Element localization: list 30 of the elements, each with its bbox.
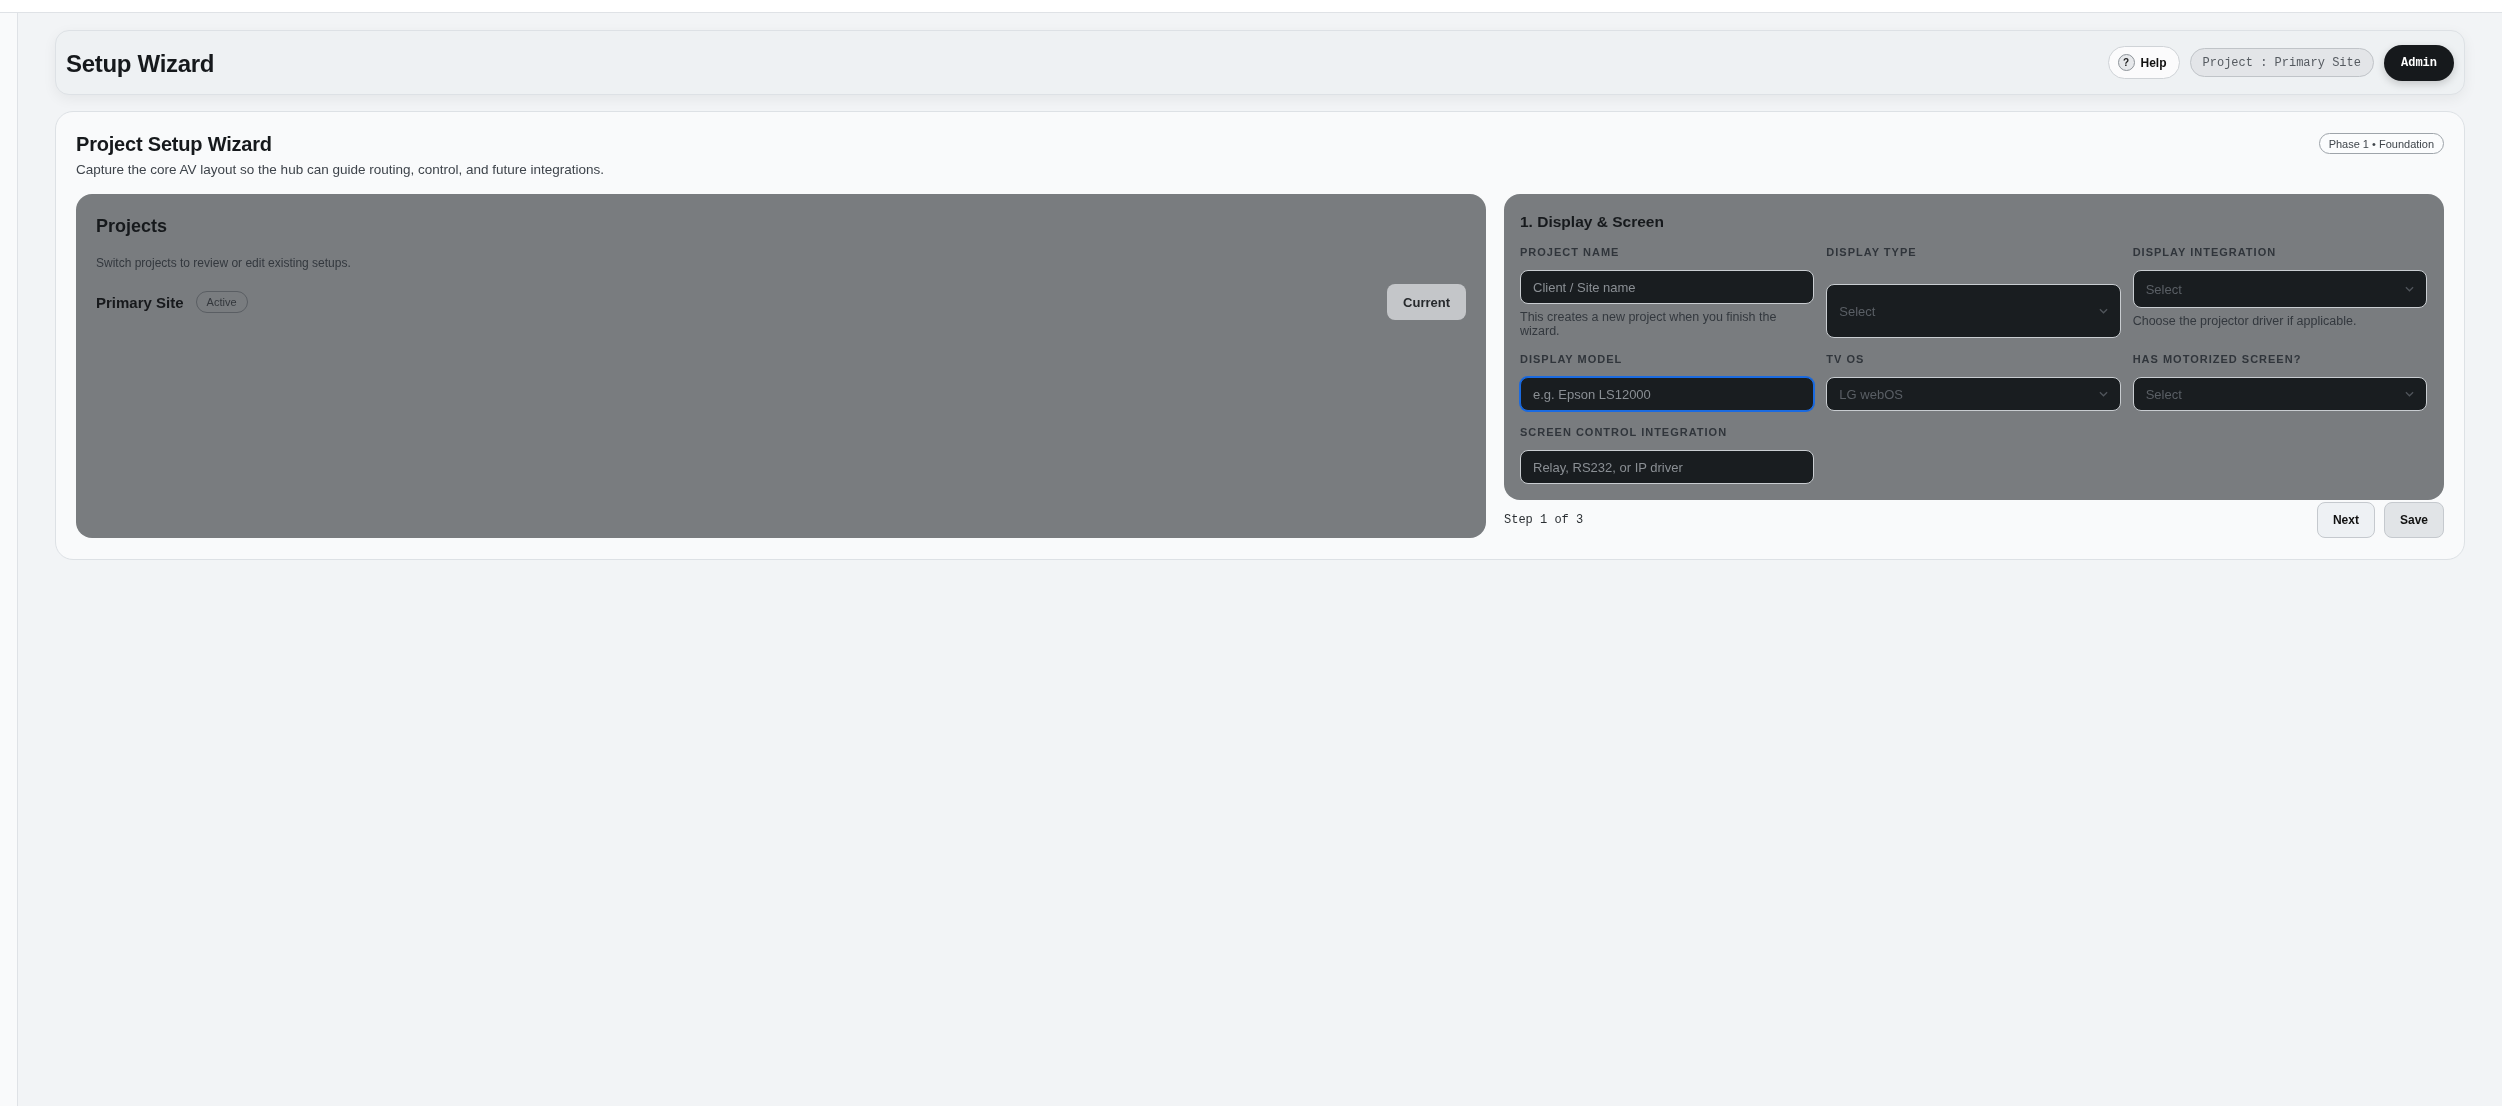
phase-badge: Phase 1 • Foundation bbox=[2318, 133, 2444, 154]
save-button[interactable]: Save bbox=[2383, 502, 2444, 538]
field-label: HAS MOTORIZED SCREEN? bbox=[2132, 352, 2303, 366]
chevron-down-icon bbox=[2098, 391, 2108, 397]
project-name: Primary Site bbox=[96, 293, 184, 311]
help-text: Choose the projector driver if applicable. bbox=[2132, 314, 2358, 328]
field-label: DISPLAY MODEL bbox=[1520, 352, 1624, 366]
wizard-title: Project Setup Wizard bbox=[76, 132, 273, 157]
chevron-down-icon bbox=[2405, 391, 2414, 397]
step-indicator: Step 1 of 3 bbox=[1504, 513, 1584, 527]
help-icon: ? bbox=[2117, 54, 2135, 71]
user-menu-button[interactable]: Admin bbox=[2384, 44, 2454, 81]
chevron-down-icon bbox=[2405, 286, 2414, 292]
help-button[interactable]: ? Help bbox=[2107, 46, 2180, 79]
field-label: SCREEN CONTROL INTEGRATION bbox=[1520, 425, 1729, 439]
field-label: TV OS bbox=[1826, 352, 1866, 366]
project-chip: Project : Primary Site bbox=[2189, 48, 2374, 77]
field-label: DISPLAY INTEGRATION bbox=[2132, 245, 2278, 259]
app-title: Setup Wizard bbox=[66, 49, 215, 78]
panel-title: Projects bbox=[96, 215, 169, 238]
field-label: PROJECT NAME bbox=[1520, 245, 1621, 259]
chevron-down-icon bbox=[2098, 308, 2108, 314]
panel-description: Switch projects to review or edit existing setups. bbox=[96, 256, 352, 271]
help-text: This creates a new project when you finish the wizard. bbox=[1520, 310, 1778, 338]
project-action-button[interactable]: Current bbox=[1387, 284, 1466, 320]
field-label: DISPLAY TYPE bbox=[1826, 245, 1918, 259]
input-field[interactable]: e.g. Epson LS12000 bbox=[1520, 377, 1815, 411]
step-title: 1. Display & Screen bbox=[1520, 212, 1665, 232]
wizard-subtitle: Capture the core AV layout so the hub can guide routing, control, and future integrations. bbox=[76, 161, 605, 179]
next-button[interactable]: Next bbox=[2316, 502, 2375, 538]
